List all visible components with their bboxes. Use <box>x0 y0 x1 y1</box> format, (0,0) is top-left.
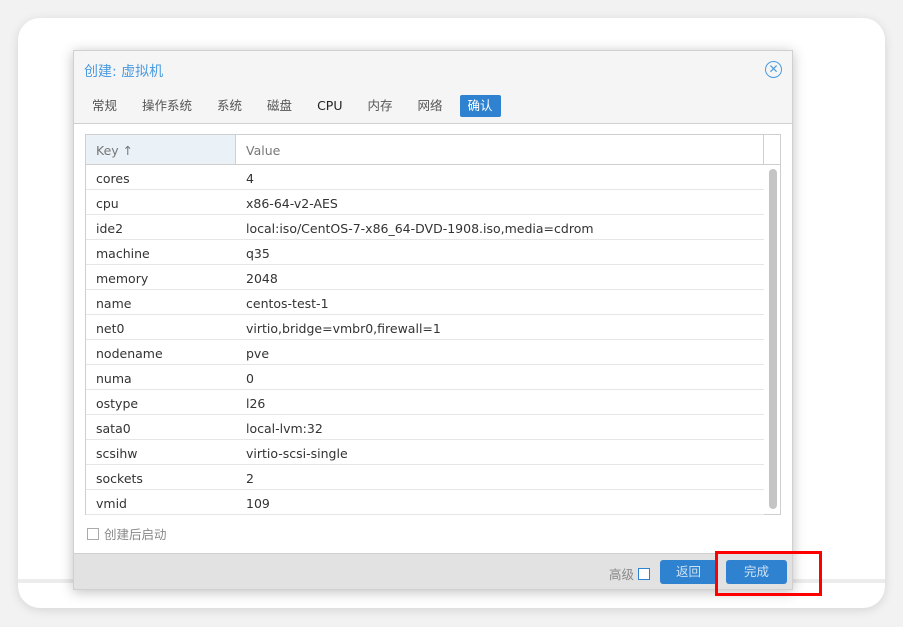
row-value: q35 <box>246 246 270 261</box>
row-key: sata0 <box>96 421 131 436</box>
table-row[interactable]: sata0 local-lvm:32 <box>86 415 764 440</box>
back-button[interactable]: 返回 <box>660 560 717 584</box>
table-row[interactable]: memory 2048 <box>86 265 764 290</box>
tab-system[interactable]: 系统 <box>209 95 250 117</box>
start-after-create-checkbox[interactable]: 创建后启动 <box>87 524 167 543</box>
row-value: local-lvm:32 <box>246 421 323 436</box>
value-column-header[interactable]: Value <box>236 135 764 164</box>
advanced-toggle[interactable]: 高级 <box>609 564 651 583</box>
create-vm-dialog: 创建: 虚拟机 ✕ 常规 操作系统 系统 磁盘 CPU 内存 网络 确认 Key… <box>73 50 793 590</box>
row-value: 2 <box>246 471 254 486</box>
tab-disk[interactable]: 磁盘 <box>259 95 300 117</box>
table-row[interactable]: net0 virtio,bridge=vmbr0,firewall=1 <box>86 315 764 340</box>
row-key: machine <box>96 246 150 261</box>
checkbox-box[interactable] <box>87 527 99 540</box>
table-row[interactable]: sockets 2 <box>86 465 764 490</box>
row-key: ostype <box>96 396 139 411</box>
table-row[interactable]: nodename pve <box>86 340 764 365</box>
row-value: 4 <box>246 171 254 186</box>
table-row[interactable]: cpu x86-64-v2-AES <box>86 190 764 215</box>
tab-os[interactable]: 操作系统 <box>134 95 200 117</box>
tab-general[interactable]: 常规 <box>84 95 125 117</box>
confirm-panel: Key ↑ Value cores 4 cpu x86-64-v2-AES ide2 lo… <box>74 123 792 553</box>
row-key: scsihw <box>96 446 138 461</box>
row-value: centos-test-1 <box>246 296 329 311</box>
row-value: virtio,bridge=vmbr0,firewall=1 <box>246 321 441 336</box>
advanced-label: 高级 <box>609 567 635 582</box>
highlight-box <box>715 551 822 596</box>
row-value: pve <box>246 346 270 361</box>
close-icon[interactable]: ✕ <box>765 61 782 78</box>
wizard-tabs: 常规 操作系统 系统 磁盘 CPU 内存 网络 确认 <box>84 95 510 117</box>
advanced-checkbox[interactable] <box>638 567 651 580</box>
table-row[interactable]: name centos-test-1 <box>86 290 764 315</box>
key-column-header[interactable]: Key ↑ <box>86 135 236 164</box>
row-key: memory <box>96 271 149 286</box>
row-value: local:iso/CentOS-7-x86_64-DVD-1908.iso,m… <box>246 221 594 236</box>
table-row[interactable]: machine q35 <box>86 240 764 265</box>
row-value: virtio-scsi-single <box>246 446 348 461</box>
tab-confirm[interactable]: 确认 <box>459 95 501 117</box>
row-value: 0 <box>246 371 254 386</box>
table-row[interactable]: numa 0 <box>86 365 764 390</box>
tab-cpu[interactable]: CPU <box>309 95 350 117</box>
summary-grid: Key ↑ Value cores 4 cpu x86-64-v2-AES ide2 lo… <box>85 134 781 515</box>
row-value: x86-64-v2-AES <box>246 196 338 211</box>
row-key: name <box>96 296 132 311</box>
tab-network[interactable]: 网络 <box>410 95 451 117</box>
table-row[interactable]: ide2 local:iso/CentOS-7-x86_64-DVD-1908.i… <box>86 215 764 240</box>
table-row[interactable]: vmid 109 <box>86 490 764 515</box>
tab-memory[interactable]: 内存 <box>359 95 400 117</box>
row-key: net0 <box>96 321 125 336</box>
table-row[interactable]: ostype l26 <box>86 390 764 415</box>
grid-header: Key ↑ Value <box>86 135 780 165</box>
row-key: vmid <box>96 496 127 511</box>
row-value: 109 <box>246 496 270 511</box>
row-key: cpu <box>96 196 119 211</box>
dialog-title: 创建: 虚拟机 <box>84 64 164 80</box>
dialog-footer: 高级 返回 完成 <box>74 553 792 589</box>
start-after-create-label: 创建后启动 <box>104 527 167 542</box>
grid-scrollbar[interactable] <box>769 169 777 509</box>
row-key: ide2 <box>96 221 124 236</box>
row-key: numa <box>96 371 132 386</box>
table-row[interactable]: scsihw virtio-scsi-single <box>86 440 764 465</box>
table-row[interactable]: cores 4 <box>86 165 764 190</box>
row-value: l26 <box>246 396 266 411</box>
row-key: cores <box>96 171 130 186</box>
row-key: sockets <box>96 471 143 486</box>
row-value: 2048 <box>246 271 278 286</box>
row-key: nodename <box>96 346 163 361</box>
